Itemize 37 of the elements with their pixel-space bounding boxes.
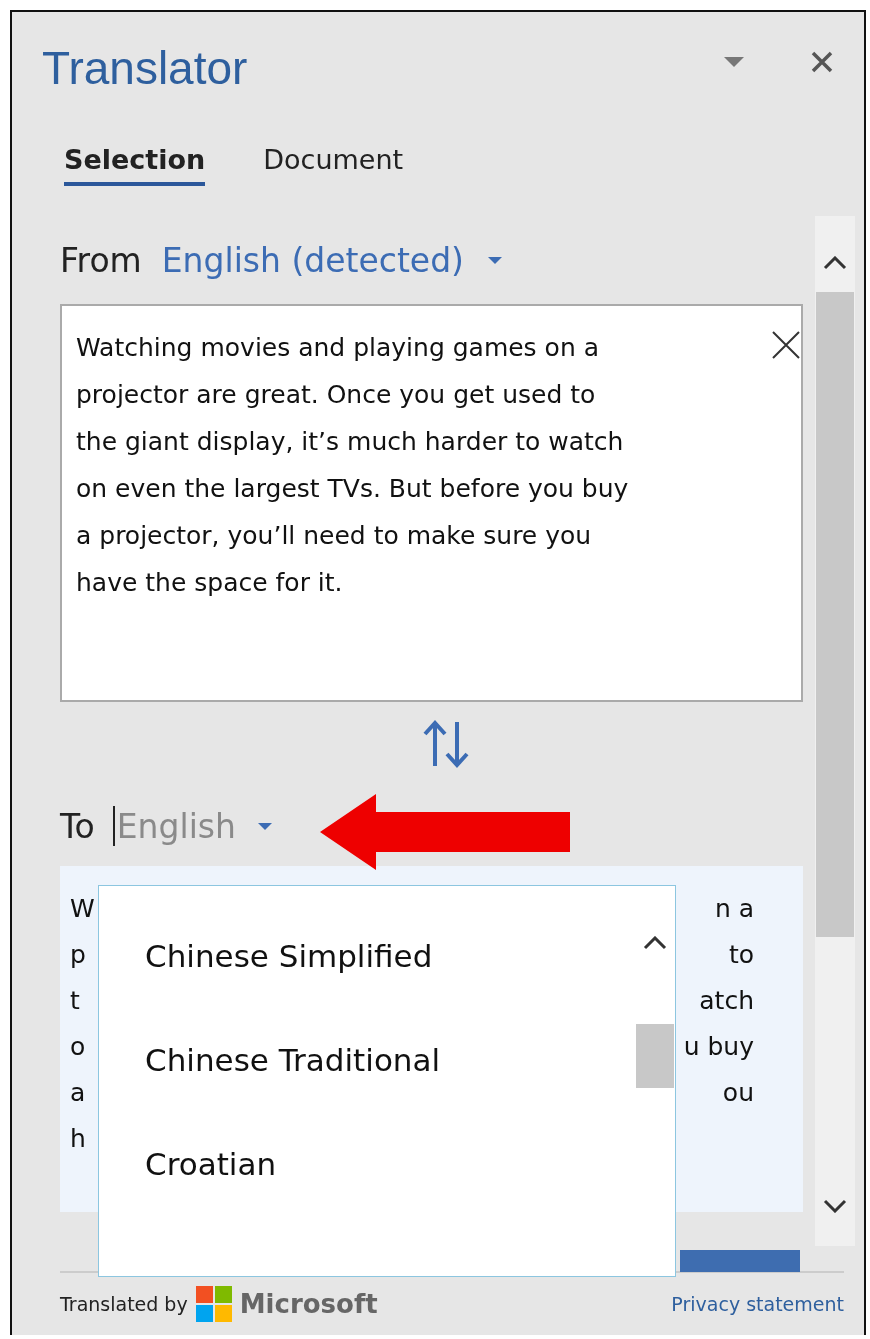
translation-text: n a [714, 893, 754, 925]
scrollbar[interactable] [815, 216, 855, 1246]
translation-text: h [70, 1123, 86, 1155]
tab[interactable]: Selection [64, 142, 206, 186]
language-option[interactable]: Chinese Simplified [145, 938, 635, 1042]
close-icon[interactable] [810, 50, 834, 74]
scroll-down-icon[interactable] [823, 1199, 847, 1213]
translation-text: W [70, 893, 95, 925]
translation-text: o [70, 1031, 86, 1063]
privacy-link[interactable]: Privacy statement [671, 1293, 844, 1315]
source-text-box[interactable] [60, 304, 803, 702]
scroll-thumb[interactable] [636, 1024, 674, 1088]
language-option[interactable]: Croatian [145, 1146, 635, 1250]
translation-text: p [70, 939, 86, 971]
translation-text: a [70, 1077, 86, 1109]
tab[interactable]: Document [263, 142, 404, 186]
clear-icon[interactable] [771, 330, 801, 360]
translation-text: t [70, 985, 80, 1017]
translation-text: atch [699, 985, 754, 1017]
language-dropdown[interactable]: English (detected) [161, 240, 502, 280]
to-label: To [60, 806, 95, 846]
translation-text: to [728, 939, 754, 971]
from-label: From [60, 240, 142, 280]
scroll-up-icon[interactable] [643, 936, 667, 950]
scroll-up-icon[interactable] [823, 256, 847, 270]
caret-icon [488, 256, 502, 264]
translation-text: u buy [683, 1031, 754, 1063]
caret-icon[interactable] [724, 57, 744, 67]
scroll-thumb[interactable] [816, 292, 854, 937]
source-text: Watching movies and playing games on a projector are great. Once you get used to the giant display, it’s much harder to watch on even the largest TVs. But before you buy a projector, you’ll need to make sure you have the space for it. [76, 332, 630, 599]
brand-name: Microsoft [239, 1289, 378, 1319]
translation-text: ou [722, 1077, 754, 1109]
caret-icon [257, 822, 272, 830]
logo-icon [195, 1286, 232, 1322]
language-option[interactable]: Chinese Traditional [145, 1042, 635, 1146]
credit-text: Translated by [60, 1293, 188, 1315]
pane-title: Translator [42, 41, 248, 95]
